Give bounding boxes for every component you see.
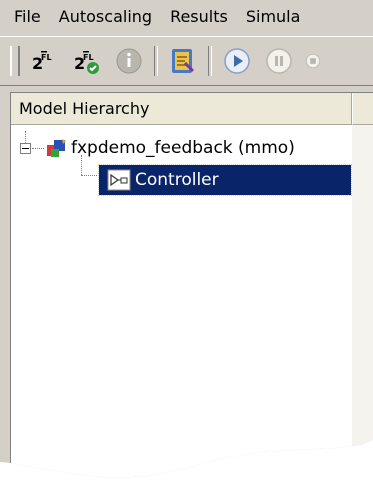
- menu-simulation[interactable]: Simula: [237, 7, 310, 26]
- model-hierarchy-panel: Model Hierarchy fxpdemo_feedback (mmo) C…: [10, 92, 373, 478]
- pause-icon: [266, 48, 292, 74]
- apply-fraction-length-icon: 2 FL: [74, 51, 99, 74]
- propose-fraction-length-icon: 2 FL: [32, 51, 52, 73]
- toolbar-separator: [154, 46, 158, 76]
- collapse-icon[interactable]: [20, 143, 31, 154]
- tree-row-root[interactable]: fxpdemo_feedback (mmo): [11, 131, 373, 165]
- panel-header[interactable]: Model Hierarchy: [11, 93, 352, 125]
- tree-row-controller[interactable]: Controller: [11, 155, 373, 199]
- scroll-up-button[interactable]: [352, 93, 373, 125]
- menu-autoscaling[interactable]: Autoscaling: [50, 7, 161, 26]
- menu-results[interactable]: Results: [161, 7, 237, 26]
- tree-connector: [25, 131, 26, 143]
- subsystem-model-icon: [47, 139, 66, 157]
- info-button[interactable]: [112, 44, 146, 78]
- svg-text:FL: FL: [83, 53, 94, 62]
- tree-connector: [81, 155, 82, 175]
- stop-button[interactable]: [304, 44, 322, 78]
- tree-item-label: fxpdemo_feedback (mmo): [71, 138, 295, 158]
- play-icon: [224, 48, 250, 74]
- toolbar-separator: [208, 46, 212, 76]
- subsystem-block-icon: [107, 169, 131, 191]
- info-icon: [116, 48, 142, 74]
- apply-fl-button[interactable]: 2 FL: [70, 44, 104, 78]
- propose-fl-button[interactable]: 2 FL: [28, 44, 62, 78]
- model-explorer-button[interactable]: [166, 44, 200, 78]
- stop-icon: [305, 53, 321, 69]
- svg-text:FL: FL: [41, 53, 52, 62]
- model-explorer-icon: [172, 49, 195, 73]
- tree-connector: [81, 175, 99, 176]
- pause-button[interactable]: [262, 44, 296, 78]
- model-tree: fxpdemo_feedback (mmo) Controller: [11, 131, 373, 199]
- menu-bar: File Autoscaling Results Simula: [0, 0, 373, 33]
- toolbar: 2 FL 2 FL: [0, 36, 373, 86]
- menu-file[interactable]: File: [0, 7, 50, 26]
- selected-item[interactable]: Controller: [98, 164, 352, 196]
- tree-connector: [32, 148, 44, 149]
- vertical-scrollbar[interactable]: [352, 93, 373, 478]
- application-window: File Autoscaling Results Simula 2 FL 2 F…: [0, 0, 373, 478]
- start-button[interactable]: [220, 44, 254, 78]
- toolbar-grip[interactable]: [10, 46, 20, 76]
